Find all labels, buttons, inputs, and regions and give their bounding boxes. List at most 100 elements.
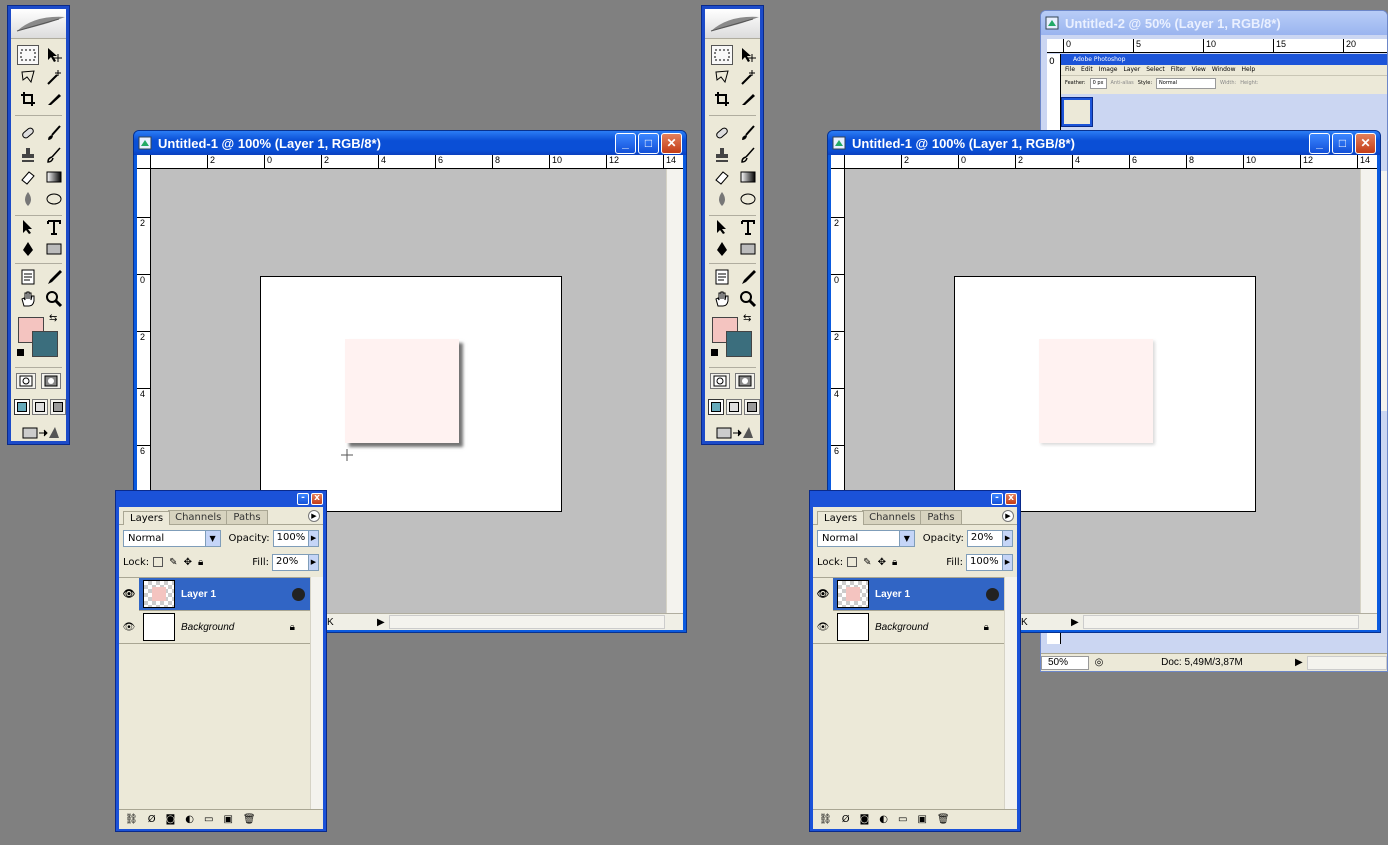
add-layer-mask-icon[interactable]: ◙ <box>166 814 176 825</box>
rectangular-marquee-tool-icon[interactable] <box>17 45 39 65</box>
gradient-tool-icon[interactable] <box>737 167 759 187</box>
chevron-down-icon[interactable]: ▼ <box>898 530 914 546</box>
delete-layer-trash-icon[interactable]: 🗑︎ <box>937 814 950 825</box>
standard-screen-mode-button[interactable] <box>14 399 30 415</box>
full-screen-mode-button[interactable] <box>50 399 66 415</box>
blur-tool-icon[interactable] <box>711 189 733 209</box>
dodge-tool-icon[interactable] <box>737 189 759 209</box>
document-titlebar[interactable]: Untitled-1 @ 100% (Layer 1, RGB/8*) _ □ … <box>828 131 1380 155</box>
new-group-folder-icon[interactable]: ▭ <box>204 814 213 825</box>
path-selection-tool-icon[interactable] <box>711 217 733 237</box>
background-color-swatch[interactable] <box>32 331 58 357</box>
layer1-pink-square[interactable] <box>345 339 459 443</box>
slice-tool-icon[interactable] <box>43 89 65 109</box>
hand-tool-icon[interactable] <box>17 289 39 309</box>
ruler-origin[interactable] <box>137 155 151 169</box>
healing-brush-tool-icon[interactable] <box>711 123 733 143</box>
swap-colors-icon[interactable]: ⇆ <box>49 313 57 324</box>
document-titlebar[interactable]: Untitled-1 @ 100% (Layer 1, RGB/8*) _ □ … <box>134 131 686 155</box>
maximize-button[interactable]: □ <box>638 132 659 154</box>
tab-paths[interactable]: Paths <box>920 510 962 524</box>
image-canvas[interactable] <box>260 276 562 512</box>
eraser-tool-icon[interactable] <box>711 167 733 187</box>
type-tool-icon[interactable] <box>43 217 65 237</box>
status-info-icon[interactable]: ◎ <box>1089 657 1109 668</box>
pen-tool-icon[interactable] <box>711 239 733 259</box>
delete-layer-trash-icon[interactable]: 🗑︎ <box>243 814 256 825</box>
vertical-scrollbar[interactable] <box>666 169 683 613</box>
full-screen-mode-button[interactable] <box>744 399 760 415</box>
palette-close-button[interactable]: x <box>1005 493 1017 505</box>
chevron-down-icon[interactable]: ▼ <box>204 530 220 546</box>
layer-name[interactable]: Layer 1 <box>875 589 910 600</box>
palette-minimize-button[interactable]: - <box>991 493 1003 505</box>
ruler-top[interactable]: 2 0 2 4 6 8 10 12 14 <box>151 155 683 169</box>
new-group-folder-icon[interactable]: ▭ <box>898 814 907 825</box>
palette-menu-icon[interactable]: ▶ <box>308 510 320 522</box>
fill-input[interactable]: 100% <box>966 553 1003 571</box>
visibility-eye-icon[interactable]: 👁︎ <box>813 577 833 611</box>
clone-stamp-tool-icon[interactable] <box>17 145 39 165</box>
new-adjustment-layer-icon[interactable]: ◐ <box>185 814 194 825</box>
palette-close-button[interactable]: x <box>311 493 323 505</box>
lock-all-icon[interactable]: 🔒︎ <box>198 557 203 568</box>
jump-to-imageready-icon[interactable] <box>713 423 757 443</box>
crop-tool-icon[interactable] <box>711 89 733 109</box>
standard-mode-button[interactable] <box>710 373 730 389</box>
lock-all-icon[interactable]: 🔒︎ <box>892 557 897 568</box>
standard-screen-mode-button[interactable] <box>708 399 724 415</box>
standard-mode-button[interactable] <box>16 373 36 389</box>
history-brush-tool-icon[interactable] <box>43 145 65 165</box>
quick-mask-mode-button[interactable] <box>41 373 61 389</box>
lock-transparency-icon[interactable] <box>153 557 164 567</box>
add-layer-style-icon[interactable]: Ø <box>148 814 156 825</box>
healing-brush-tool-icon[interactable] <box>17 123 39 143</box>
default-colors-icon[interactable] <box>17 349 24 356</box>
ruler-origin[interactable] <box>831 155 845 169</box>
status-menu-arrow-icon[interactable]: ▶ <box>377 617 389 628</box>
layer-list-scrollbar[interactable] <box>310 577 323 809</box>
notes-tool-icon[interactable] <box>17 267 39 287</box>
rectangle-shape-tool-icon[interactable] <box>737 239 759 259</box>
eyedropper-tool-icon[interactable] <box>737 267 759 287</box>
new-adjustment-layer-icon[interactable]: ◐ <box>879 814 888 825</box>
brush-tool-icon[interactable] <box>737 123 759 143</box>
layer-style-fx-icon[interactable] <box>986 587 999 601</box>
zoom-tool-icon[interactable] <box>737 289 759 309</box>
image-canvas[interactable] <box>954 276 1256 512</box>
new-layer-icon[interactable]: ▣ <box>917 814 926 825</box>
opacity-slider-arrow-icon[interactable]: ▶ <box>309 529 319 547</box>
layer-name[interactable]: Background <box>875 622 928 633</box>
move-tool-icon[interactable] <box>43 45 65 65</box>
lock-position-move-icon[interactable]: ✥ <box>878 557 886 568</box>
gradient-tool-icon[interactable] <box>43 167 65 187</box>
crop-tool-icon[interactable] <box>17 89 39 109</box>
visibility-eye-icon[interactable]: 👁︎ <box>119 577 139 611</box>
history-brush-tool-icon[interactable] <box>737 145 759 165</box>
tab-channels[interactable]: Channels <box>168 510 229 524</box>
opacity-input[interactable]: 20% <box>966 529 1004 547</box>
lasso-tool-icon[interactable] <box>711 67 733 87</box>
horizontal-scrollbar[interactable] <box>1083 615 1359 629</box>
toolbox-header[interactable] <box>705 9 760 39</box>
notes-tool-icon[interactable] <box>711 267 733 287</box>
brush-tool-icon[interactable] <box>43 123 65 143</box>
untitled-2-titlebar[interactable]: Untitled-2 @ 50% (Layer 1, RGB/8*) <box>1041 11 1387 35</box>
slice-tool-icon[interactable] <box>737 89 759 109</box>
add-layer-mask-icon[interactable]: ◙ <box>860 814 870 825</box>
horizontal-scrollbar[interactable] <box>389 615 665 629</box>
minimize-button[interactable]: _ <box>615 132 636 154</box>
layer-row-layer1[interactable]: 👁︎ Layer 1 <box>813 577 1017 611</box>
layer-name[interactable]: Background <box>181 622 234 633</box>
clone-stamp-tool-icon[interactable] <box>711 145 733 165</box>
layer-row-background[interactable]: 👁︎ Background 🔒︎ <box>813 611 1017 644</box>
status-menu-arrow-icon[interactable]: ▶ <box>1295 657 1307 668</box>
blend-mode-select[interactable]: Normal ▼ <box>817 529 915 547</box>
add-layer-style-icon[interactable]: Ø <box>842 814 850 825</box>
pen-tool-icon[interactable] <box>17 239 39 259</box>
link-layers-icon[interactable]: ⛓ <box>819 814 832 825</box>
toolbox-header[interactable] <box>11 9 66 39</box>
layer-row-layer1[interactable]: 👁︎ Layer 1 <box>119 577 323 611</box>
visibility-eye-icon[interactable]: 👁︎ <box>813 622 833 633</box>
lock-position-move-icon[interactable]: ✥ <box>184 557 192 568</box>
